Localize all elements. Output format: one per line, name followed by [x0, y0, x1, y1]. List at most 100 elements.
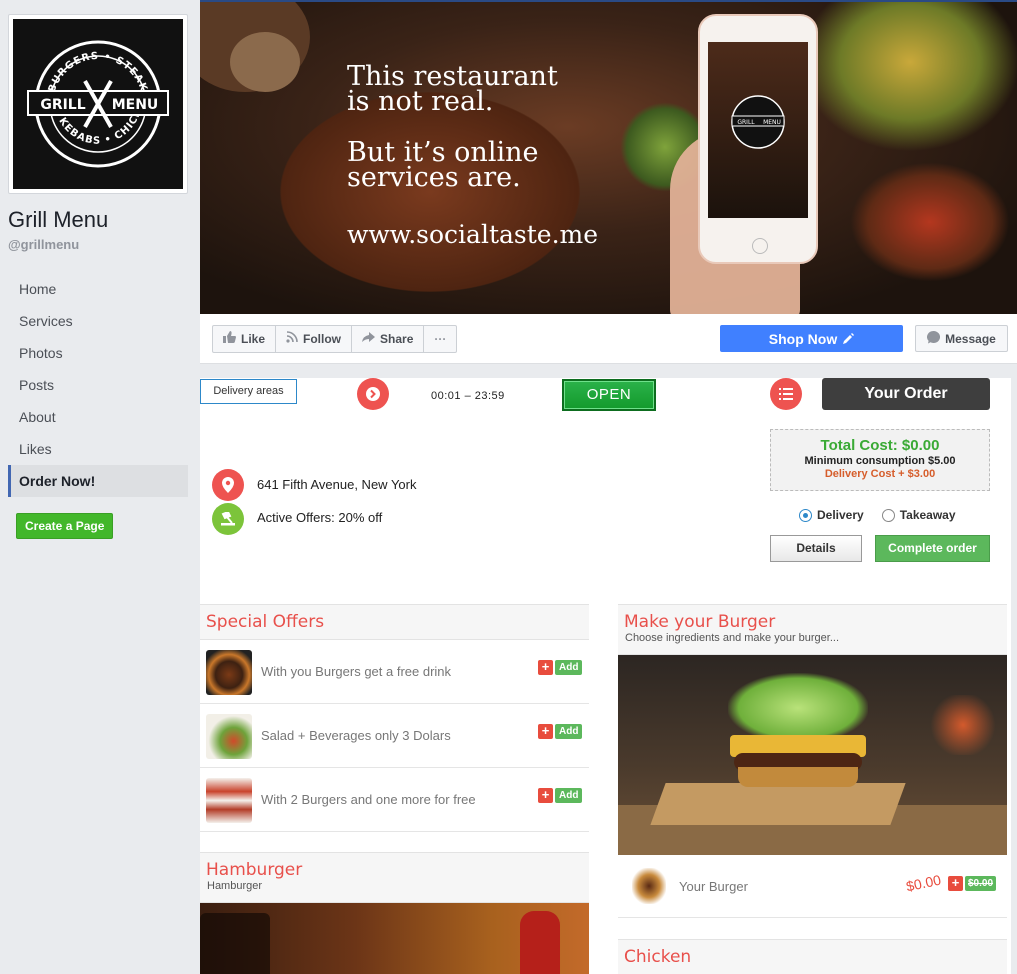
opening-hours: 00:01 – 23:59	[431, 390, 505, 402]
add-control: + $0.00	[948, 876, 997, 891]
salad-thumbnail	[206, 714, 252, 759]
delivery-radio[interactable]: Delivery	[799, 508, 864, 522]
lettuce-image	[728, 673, 868, 743]
phone-screen: GRILL MENU	[708, 42, 808, 218]
map-pin-icon	[212, 469, 244, 501]
thumbs-up-icon	[223, 327, 236, 351]
bun-image	[738, 767, 858, 787]
details-button[interactable]: Details	[770, 535, 862, 562]
offer-text: Salad + Beverages only 3 Dolars	[261, 728, 451, 743]
nav-item-likes[interactable]: Likes	[8, 433, 188, 465]
logo-word: KEBABS	[56, 116, 101, 147]
cover-photo[interactable]: This restaurant is not real. But it’s on…	[200, 0, 1017, 314]
complete-order-button[interactable]: Complete order	[875, 535, 990, 562]
share-button[interactable]: Share	[352, 326, 425, 352]
chicken-header: Chicken	[618, 939, 1007, 974]
delivery-cost: Delivery Cost + $3.00	[824, 468, 936, 480]
list-icon[interactable]	[770, 378, 802, 410]
nav-item-order-now[interactable]: Order Now!	[8, 465, 188, 497]
order-info-panel: Delivery areas 00:01 – 23:59 OPEN Your O…	[200, 378, 1011, 600]
more-options-button[interactable]: ···	[424, 326, 456, 352]
radio-selected-icon	[799, 508, 812, 522]
burger-image[interactable]	[618, 655, 1007, 855]
wooden-board-image	[650, 783, 906, 825]
cover-line: is not real.	[347, 86, 494, 117]
follow-button[interactable]: Follow	[276, 326, 353, 352]
special-offers-header: Special Offers	[200, 604, 589, 640]
minimum-consumption: Minimum consumption $5.00	[804, 455, 956, 467]
delivery-areas-button[interactable]: Delivery areas	[200, 379, 297, 404]
your-burger-item: Your Burger $0.00 + $0.00	[618, 856, 1007, 918]
offer-item: With you Burgers get a free drink + Add	[200, 640, 589, 704]
like-label: Like	[241, 332, 266, 346]
salt-bowl	[230, 32, 300, 92]
pencil-icon	[843, 331, 855, 347]
open-status-badge: OPEN	[562, 379, 656, 411]
plus-icon[interactable]: +	[538, 660, 553, 675]
cover-url: www.socialtaste.me	[347, 220, 599, 249]
shop-now-label: Shop Now	[768, 330, 838, 347]
total-cost: Total Cost: $0.00	[820, 437, 940, 454]
add-control: + Add	[538, 788, 583, 803]
phone-image: GRILL MENU	[698, 14, 818, 264]
your-order-button[interactable]: Your Order	[822, 378, 990, 410]
arrow-right-icon[interactable]	[357, 378, 389, 410]
hamburger-image[interactable]	[200, 903, 589, 974]
make-burger-subtitle: Choose ingredients and make your burger.…	[625, 632, 840, 644]
add-control: + Add	[538, 660, 583, 675]
hamburger-subtitle: Hamburger	[207, 880, 263, 892]
nav-item-posts[interactable]: Posts	[8, 369, 188, 401]
message-button[interactable]: Message	[915, 325, 1008, 352]
cover-line: services are.	[347, 162, 521, 193]
burger-price: $0.00	[904, 871, 943, 895]
hamburger-header: Hamburger Hamburger	[200, 852, 589, 903]
cover-tagline: This restaurant is not real. But it’s on…	[347, 63, 558, 193]
add-control: + Add	[538, 724, 583, 739]
radio-unselected-icon	[881, 508, 895, 522]
share-label: Share	[380, 332, 414, 346]
order-app: Delivery areas 00:01 – 23:59 OPEN Your O…	[200, 378, 1011, 974]
page-name[interactable]: Grill Menu	[8, 207, 108, 233]
plus-icon[interactable]: +	[538, 788, 553, 803]
logo-word: BURGERS	[47, 51, 100, 94]
create-page-button[interactable]: Create a Page	[16, 513, 114, 539]
active-offers: Active Offers: 20% off	[257, 510, 383, 525]
plus-icon[interactable]: +	[948, 876, 963, 891]
tomatoes-image	[918, 695, 1007, 755]
make-burger-header: Make your Burger Choose ingredients and …	[618, 604, 1007, 655]
nav-item-about[interactable]: About	[8, 401, 188, 433]
plus-icon[interactable]: +	[538, 724, 553, 739]
page-actions: Like Follow Share ···	[212, 325, 458, 353]
follow-label: Follow	[303, 332, 342, 346]
grill-menu-logo: BURGERS • STEAKS KEBABS • CHICKEN GRILL …	[13, 19, 183, 189]
messenger-icon	[927, 330, 941, 347]
share-arrow-icon	[362, 327, 376, 351]
two-burgers-thumbnail	[206, 778, 252, 823]
nav-item-home[interactable]: Home	[8, 273, 188, 305]
logo-word: MENU	[112, 97, 159, 113]
burger-drink-thumbnail	[206, 650, 252, 695]
profile-picture[interactable]: BURGERS • STEAKS KEBABS • CHICKEN GRILL …	[8, 14, 188, 194]
page-handle[interactable]: @grillmenu	[8, 237, 79, 252]
shop-now-button[interactable]: Shop Now	[720, 325, 903, 352]
add-button[interactable]: Add	[555, 724, 583, 739]
like-button[interactable]: Like	[213, 326, 277, 352]
takeaway-radio[interactable]: Takeaway	[881, 508, 956, 522]
phone-home-button	[752, 238, 768, 254]
logo-word: GRILL	[737, 119, 755, 126]
add-button[interactable]: Add	[555, 660, 583, 675]
burger-thumbnail	[632, 868, 666, 904]
order-type-options: Delivery Takeaway	[799, 508, 956, 522]
offer-text: With you Burgers get a free drink	[261, 664, 452, 679]
restaurant-address: 641 Fifth Avenue, New York	[257, 477, 417, 492]
rss-icon	[286, 327, 298, 351]
message-label: Message	[945, 331, 996, 346]
nav-item-photos[interactable]: Photos	[8, 337, 188, 369]
ketchup-bottle-image	[520, 911, 560, 974]
nav-item-services[interactable]: Services	[8, 305, 188, 337]
special-offers-title: Special Offers	[206, 612, 325, 632]
chicken-title: Chicken	[624, 947, 692, 967]
add-button[interactable]: Add	[555, 788, 583, 803]
old-price-button[interactable]: $0.00	[965, 876, 997, 891]
hamburger-title: Hamburger	[206, 860, 303, 880]
